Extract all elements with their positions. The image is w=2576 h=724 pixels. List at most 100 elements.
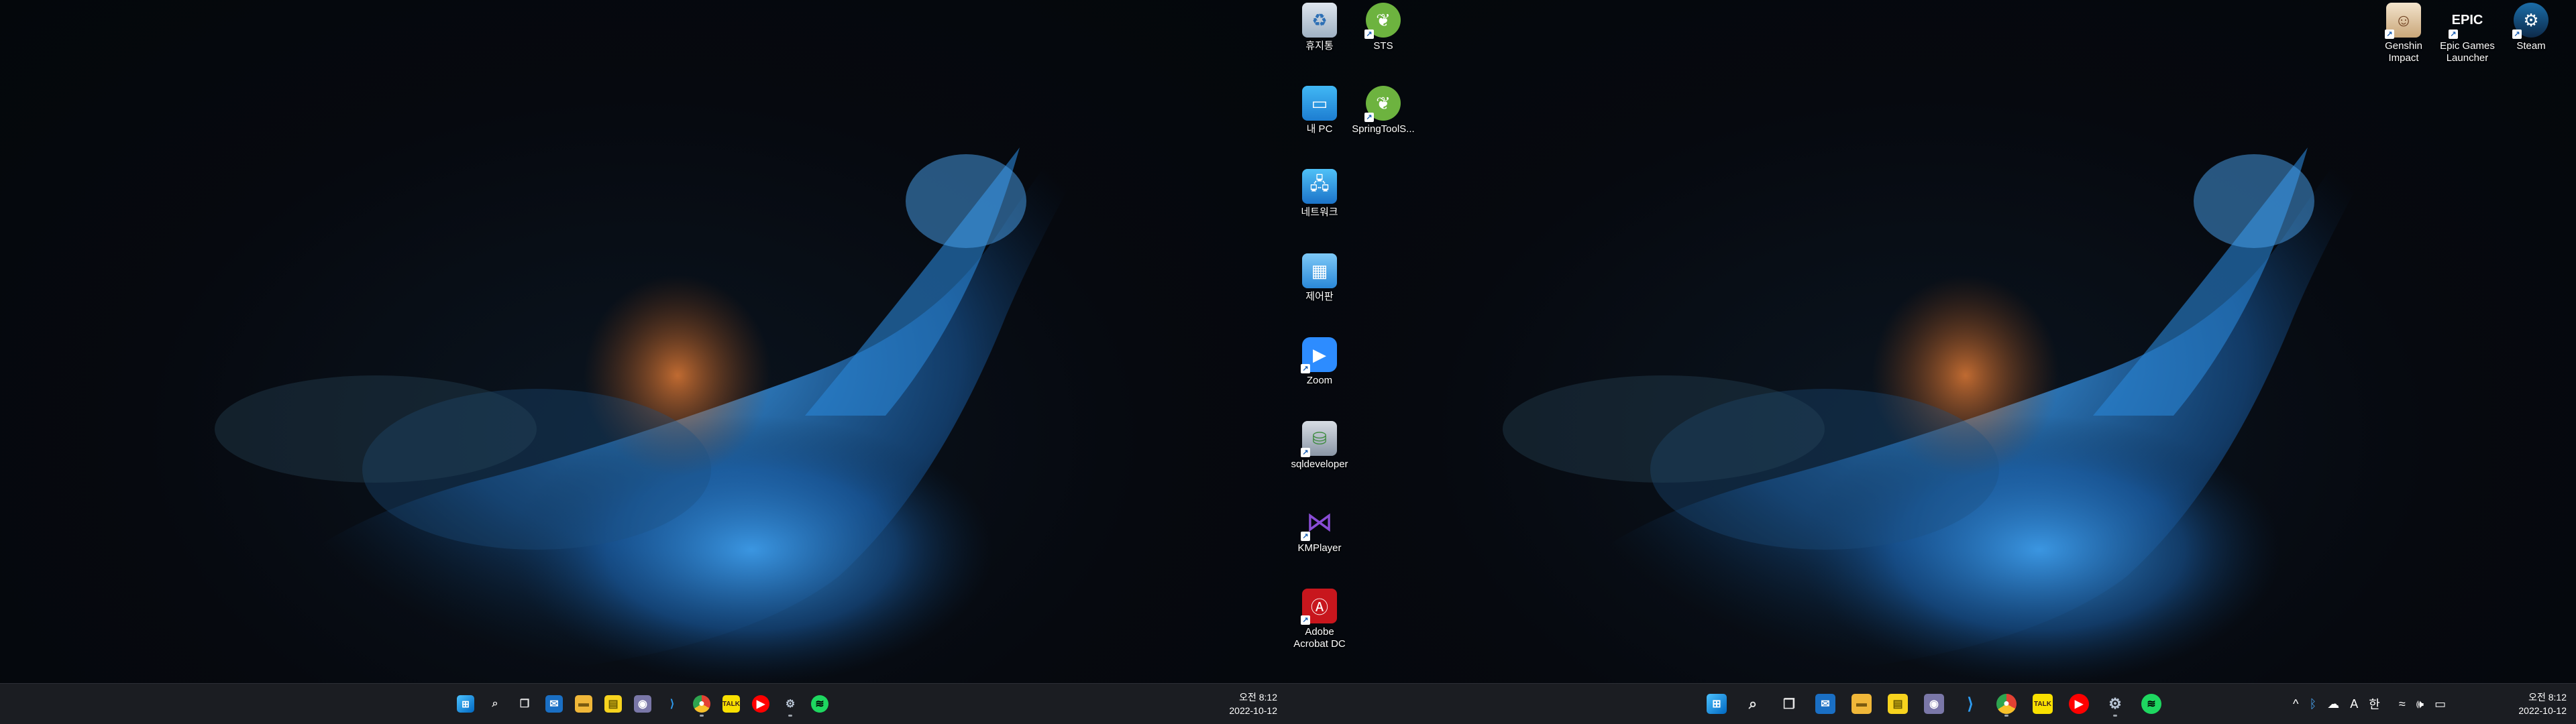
recycle-bin-icon: ♻: [1302, 3, 1337, 38]
settings-icon: ⚙: [2108, 695, 2122, 712]
steam-icon: ⚙ ↗: [2512, 3, 2548, 39]
spotify-icon: ≋: [2141, 694, 2161, 714]
desktop-icon-sqldeveloper[interactable]: ⛁ ↗ sqldeveloper: [1287, 421, 1352, 471]
desktop-icon-control-panel[interactable]: ▦ 제어판: [1287, 253, 1352, 303]
start-icon: ⊞: [1707, 694, 1727, 714]
kakaotalk-icon: TALK: [2033, 694, 2053, 714]
discord-button[interactable]: ◉: [1916, 689, 1952, 719]
spring-tools-icon: ❦ ↗: [1364, 3, 1401, 39]
running-indicator: [2113, 715, 2117, 717]
youtube-music-button[interactable]: ▶: [746, 689, 775, 719]
epic-games-icon: EPIC ↗: [2449, 3, 2485, 39]
spotify-button[interactable]: ≋: [805, 689, 835, 719]
start-icon: ⊞: [457, 695, 474, 713]
desktop-icon-network[interactable]: 🖧 네트워크: [1287, 169, 1352, 219]
clock-time: 오전 8:12: [1239, 692, 1277, 703]
chrome-button[interactable]: ●: [687, 689, 716, 719]
desktop-icon-springtools[interactable]: ❦ ↗ SpringToolS...: [1351, 86, 1415, 135]
acrobat-icon: Ⓐ ↗: [1301, 589, 1337, 625]
desktop-icon-sts[interactable]: ❦ ↗ STS: [1351, 3, 1415, 52]
desktop-icon-steam[interactable]: ⚙ ↗ Steam: [2499, 3, 2563, 52]
onedrive-icon[interactable]: ☁: [2327, 697, 2339, 711]
desktop-icon-recycle-bin[interactable]: ♻ 휴지통: [1287, 3, 1352, 52]
kakaotalk-icon: TALK: [722, 695, 740, 713]
system-tray: ^ ᛒ ☁ A 한 ≈ 🕪 ▭: [2288, 684, 2451, 724]
battery-icon[interactable]: ▭: [2434, 697, 2446, 711]
task-view-icon: ❐: [519, 699, 530, 710]
kmplayer-icon: ⋈ ↗: [1301, 505, 1337, 541]
start-button[interactable]: ⊞: [451, 689, 480, 719]
ime-language-indicator[interactable]: 한: [2369, 695, 2380, 713]
file-explorer-button[interactable]: ▬: [569, 689, 598, 719]
desktop-icon-acrobat[interactable]: Ⓐ ↗ Adobe Acrobat DC: [1287, 589, 1352, 650]
file-explorer-button[interactable]: ▬: [1843, 689, 1880, 719]
running-indicator: [788, 715, 792, 717]
mail-button[interactable]: ✉: [539, 689, 569, 719]
show-hidden-icons-button[interactable]: ^: [2293, 697, 2298, 711]
running-indicator: [700, 715, 704, 717]
search-icon: ⌕: [1748, 695, 1758, 712]
desktop-icon-kmplayer[interactable]: ⋈ ↗ KMPlayer: [1287, 505, 1352, 554]
genshin-icon: ☺ ↗: [2385, 3, 2421, 39]
task-view-button[interactable]: ❐: [1771, 689, 1807, 719]
search-icon: ⌕: [492, 698, 498, 709]
youtube-music-icon: ▶: [752, 695, 769, 713]
clock[interactable]: 오전 8:12 2022-10-12: [2518, 690, 2567, 717]
running-indicator: [2004, 715, 2008, 717]
clock-date: 2022-10-12: [1229, 705, 1277, 716]
vscode-icon: ⟩: [669, 699, 675, 710]
discord-icon: ◉: [1924, 694, 1944, 714]
mail-icon: ✉: [545, 695, 563, 713]
vscode-button[interactable]: ⟩: [657, 689, 687, 719]
task-view-button[interactable]: ❐: [510, 689, 539, 719]
bluetooth-icon[interactable]: ᛒ: [2309, 697, 2316, 711]
vscode-button[interactable]: ⟩: [1952, 689, 1988, 719]
zoom-icon: ▶ ↗: [1301, 337, 1337, 373]
sticky-notes-button[interactable]: ▤: [598, 689, 628, 719]
clock-date: 2022-10-12: [2518, 705, 2567, 716]
search-button[interactable]: ⌕: [1735, 689, 1771, 719]
discord-button[interactable]: ◉: [628, 689, 657, 719]
sticky-notes-icon: ▤: [1888, 694, 1908, 714]
wallpaper: [215, 47, 1140, 684]
spring-tools-icon: ❦ ↗: [1364, 86, 1401, 122]
network-icon: 🖧: [1302, 169, 1337, 204]
task-view-icon: ❐: [1783, 697, 1795, 712]
taskbar-apps: ⊞ ⌕ ❐ ✉ ▬ ▤ ◉ ⟩ ● TALK ▶ ⚙ ≋: [451, 684, 835, 724]
chrome-icon: ●: [693, 695, 710, 713]
youtube-music-button[interactable]: ▶: [2061, 689, 2097, 719]
mail-icon: ✉: [1815, 694, 1835, 714]
mail-button[interactable]: ✉: [1807, 689, 1843, 719]
start-button[interactable]: ⊞: [1699, 689, 1735, 719]
chrome-button[interactable]: ●: [1988, 689, 2025, 719]
taskbar-apps: ⊞ ⌕ ❐ ✉ ▬ ▤ ◉ ⟩ ● TALK ▶ ⚙ ≋: [1699, 684, 2169, 724]
desktop-icon-epic-games[interactable]: EPIC ↗ Epic Games Launcher: [2435, 3, 2500, 64]
volume-icon[interactable]: 🕪: [2416, 697, 2424, 711]
settings-button[interactable]: ⚙: [2097, 689, 2133, 719]
spotify-button[interactable]: ≋: [2133, 689, 2169, 719]
sqldeveloper-icon: ⛁ ↗: [1301, 421, 1337, 457]
clock[interactable]: 오전 8:12 2022-10-12: [1229, 690, 1277, 717]
desktop: ♻ 휴지통 ❦ ↗ STS ▭ 내 PC ❦ ↗ SpringToolS... 🖧 …: [0, 0, 2576, 724]
ime-mode-indicator[interactable]: A: [2350, 697, 2358, 711]
sticky-notes-icon: ▤: [604, 695, 622, 713]
right-monitor: [1288, 0, 2576, 724]
kakaotalk-button[interactable]: TALK: [716, 689, 746, 719]
desktop-icon-this-pc[interactable]: ▭ 내 PC: [1287, 86, 1352, 135]
desktop-icon-zoom[interactable]: ▶ ↗ Zoom: [1287, 337, 1352, 387]
clock-time: 오전 8:12: [2528, 692, 2567, 703]
sticky-notes-button[interactable]: ▤: [1880, 689, 1916, 719]
wallpaper: [1503, 47, 2428, 684]
settings-button[interactable]: ⚙: [775, 689, 805, 719]
spotify-icon: ≋: [811, 695, 828, 713]
control-panel-icon: ▦: [1302, 253, 1337, 288]
computer-icon: ▭: [1302, 86, 1337, 121]
chrome-icon: ●: [1996, 694, 2017, 714]
search-button[interactable]: ⌕: [480, 689, 510, 719]
file-explorer-icon: ▬: [575, 695, 592, 713]
taskbar-left: ⊞ ⌕ ❐ ✉ ▬ ▤ ◉ ⟩ ● TALK ▶ ⚙ ≋ 오전 8:12 202…: [0, 683, 1288, 724]
discord-icon: ◉: [634, 695, 651, 713]
kakaotalk-button[interactable]: TALK: [2025, 689, 2061, 719]
desktop-icon-genshin[interactable]: ☺ ↗ Genshin Impact: [2371, 3, 2436, 64]
wifi-icon[interactable]: ≈: [2399, 697, 2406, 711]
